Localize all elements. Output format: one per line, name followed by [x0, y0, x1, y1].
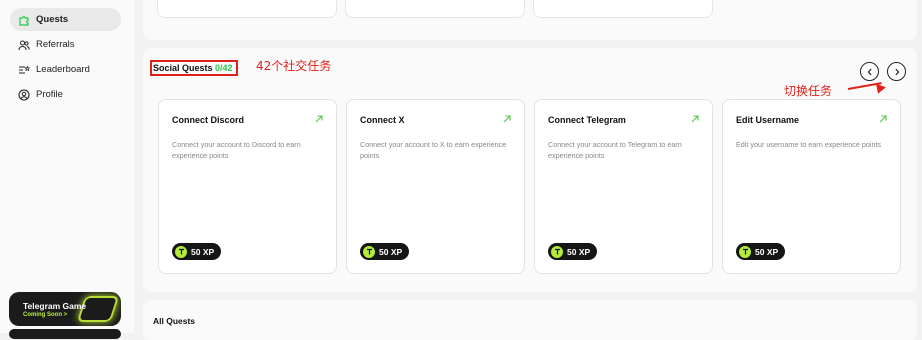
xp-coin-icon	[551, 245, 563, 258]
leaderboard-icon	[19, 65, 30, 74]
quest-card-partial[interactable]	[345, 0, 525, 18]
prev-button[interactable]	[860, 62, 879, 81]
arrow-up-right-icon	[879, 115, 887, 123]
chevron-left-icon	[867, 68, 872, 75]
puzzle-icon	[19, 15, 29, 26]
xp-coin-icon	[739, 245, 751, 258]
sidebar-item-referrals[interactable]: Referrals	[10, 33, 121, 56]
xp-value: 50 XP	[755, 246, 779, 257]
chevron-right-icon	[894, 68, 899, 75]
user-circle-icon	[18, 88, 30, 101]
xp-reward-pill: 50 XP	[360, 243, 410, 260]
sidebar: Quests Referrals Leaderboard Profile Tel…	[0, 0, 134, 339]
quest-title: Edit Username	[736, 115, 800, 125]
sidebar-item-label: Leaderboard	[36, 64, 90, 75]
all-quests-panel	[143, 300, 917, 340]
quest-card-connect-discord[interactable]: Connect Discord Connect your account to …	[158, 99, 337, 274]
xp-coin-icon	[175, 245, 187, 258]
quest-card-partial[interactable]	[533, 0, 713, 18]
all-quests-title: All Quests	[153, 316, 196, 326]
sidebar-item-label: Profile	[36, 89, 63, 100]
annotation-quest-count: 42个社交任务	[256, 59, 332, 73]
next-button[interactable]	[887, 62, 906, 81]
annotation-switch-tasks: 切换任务	[784, 84, 833, 98]
annotation-highlight-box	[150, 60, 238, 76]
promo-card-partial[interactable]	[9, 329, 121, 339]
quest-description: Connect your account to X to earn experi…	[360, 140, 507, 160]
xp-reward-pill: 50 XP	[172, 243, 222, 260]
xp-value: 50 XP	[191, 246, 215, 257]
quest-title: Connect Telegram	[548, 115, 626, 125]
quest-card-connect-x[interactable]: Connect X Connect your account to X to e…	[346, 99, 525, 274]
quest-card-connect-telegram[interactable]: Connect Telegram Connect your account to…	[534, 99, 713, 274]
xp-value: 50 XP	[567, 246, 591, 257]
arrow-up-right-icon	[315, 115, 323, 123]
telegram-card-title: Telegram Game	[23, 301, 87, 311]
quest-card-partial[interactable]	[157, 0, 337, 18]
sidebar-item-quests[interactable]: Quests	[10, 8, 121, 31]
quest-title: Connect X	[360, 115, 405, 125]
xp-reward-pill: 50 XP	[736, 243, 786, 260]
sidebar-item-label: Quests	[36, 14, 69, 25]
daily-quests-panel	[143, 0, 917, 40]
sidebar-item-profile[interactable]: Profile	[10, 83, 121, 106]
quest-title: Connect Discord	[172, 115, 245, 125]
users-icon	[18, 40, 30, 50]
arrow-up-right-icon	[691, 115, 699, 123]
quest-description: Edit your username to earn experience po…	[736, 140, 882, 149]
quest-description: Connect your account to Telegram to earn…	[548, 140, 682, 160]
xp-value: 50 XP	[379, 246, 403, 257]
xp-coin-icon	[363, 245, 375, 258]
sidebar-item-label: Referrals	[36, 39, 75, 50]
sidebar-item-leaderboard[interactable]: Leaderboard	[10, 58, 121, 81]
telegram-game-card[interactable]: Telegram Game Coming Soon >	[9, 292, 121, 326]
xp-reward-pill: 50 XP	[548, 243, 598, 260]
quest-card-edit-username[interactable]: Edit Username Edit your username to earn…	[722, 99, 901, 274]
telegram-card-subtitle: Coming Soon >	[23, 312, 68, 318]
quest-description: Connect your account to Discord to earn …	[172, 140, 301, 160]
annotation-arrow-head	[876, 82, 887, 94]
arrow-up-right-icon	[503, 115, 511, 123]
